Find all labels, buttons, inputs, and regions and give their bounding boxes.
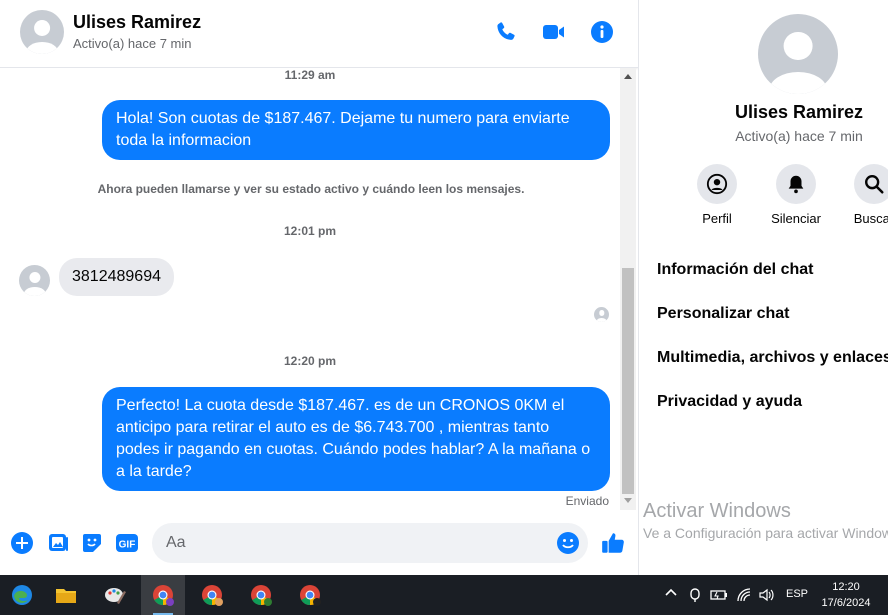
video-icon[interactable] bbox=[542, 20, 566, 44]
search-label: Buscar bbox=[853, 211, 888, 226]
message-composer: GIF bbox=[0, 518, 638, 574]
chevron-up-icon[interactable] bbox=[664, 586, 678, 603]
menu-privacy-help[interactable]: Privacidad y ayuda bbox=[657, 393, 802, 411]
paint-icon[interactable] bbox=[93, 575, 137, 615]
battery-icon[interactable] bbox=[710, 588, 728, 605]
mute-label: Silenciar bbox=[771, 211, 821, 226]
like-icon[interactable] bbox=[600, 530, 626, 556]
menu-media-files-links[interactable]: Multimedia, archivos y enlaces bbox=[657, 349, 888, 367]
scroll-thumb[interactable] bbox=[622, 268, 634, 494]
read-receipt-avatar bbox=[594, 307, 609, 322]
language-indicator[interactable]: ESP bbox=[786, 588, 808, 600]
plus-icon[interactable] bbox=[10, 531, 34, 555]
chrome-icon-profile-2[interactable] bbox=[190, 575, 234, 615]
search-button[interactable]: Buscar bbox=[834, 164, 888, 226]
message-input[interactable] bbox=[152, 523, 588, 563]
profile-button[interactable]: Perfil bbox=[677, 164, 757, 226]
contact-avatar[interactable] bbox=[20, 10, 64, 54]
meet-now-icon[interactable] bbox=[688, 587, 702, 606]
messenger-window: Ulises Ramirez Activo(a) hace 7 min 11:2… bbox=[0, 0, 888, 615]
menu-customize-chat[interactable]: Personalizar chat bbox=[657, 305, 790, 323]
menu-chat-info[interactable]: Información del chat bbox=[657, 261, 813, 279]
bell-icon bbox=[788, 175, 804, 194]
svg-text:GIF: GIF bbox=[119, 540, 136, 551]
panel-avatar[interactable] bbox=[758, 14, 838, 94]
contact-status: Activo(a) hace 7 min bbox=[73, 36, 192, 51]
activation-watermark-text: Ve a Configuración para activar Windows. bbox=[643, 525, 888, 541]
search-icon bbox=[865, 175, 884, 194]
incoming-message[interactable]: 3812489694 bbox=[59, 258, 174, 296]
timestamp: 12:01 pm bbox=[283, 224, 337, 238]
edge-icon[interactable] bbox=[0, 575, 44, 615]
panel-contact-name: Ulises Ramirez bbox=[734, 102, 864, 122]
gif-icon[interactable]: GIF bbox=[115, 531, 139, 555]
chrome-icon-profile-4[interactable] bbox=[288, 575, 332, 615]
taskbar-clock[interactable]: 12:20 17/6/2024 bbox=[815, 579, 877, 611]
timestamp: 12:20 pm bbox=[283, 354, 337, 368]
delivery-status: Enviado bbox=[565, 494, 609, 508]
conversation-scrollbar[interactable] bbox=[620, 68, 636, 510]
timestamp: 11:29 am bbox=[284, 68, 336, 82]
panel-contact-status: Activo(a) hace 7 min bbox=[735, 128, 863, 144]
wifi-icon[interactable] bbox=[736, 587, 752, 606]
clock-time: 12:20 bbox=[832, 581, 860, 593]
windows-taskbar: ESP 12:20 17/6/2024 bbox=[0, 575, 888, 615]
scroll-down-icon[interactable] bbox=[624, 498, 632, 503]
phone-icon[interactable] bbox=[494, 20, 518, 44]
sticker-icon[interactable] bbox=[80, 531, 104, 555]
emoji-icon[interactable] bbox=[556, 531, 580, 555]
profile-icon bbox=[706, 173, 728, 195]
info-icon[interactable] bbox=[590, 20, 614, 44]
chat-header: Ulises Ramirez Activo(a) hace 7 min bbox=[0, 0, 638, 68]
volume-icon[interactable] bbox=[758, 587, 776, 606]
outgoing-message[interactable]: Perfecto! La cuota desde $187.467. es de… bbox=[102, 387, 610, 491]
activation-watermark-title: Activar Windows bbox=[643, 500, 791, 522]
profile-label: Perfil bbox=[702, 211, 732, 226]
sender-avatar[interactable] bbox=[19, 265, 50, 296]
outgoing-message[interactable]: Hola! Son cuotas de $187.467. Dejame tu … bbox=[102, 100, 610, 160]
file-explorer-icon[interactable] bbox=[44, 575, 88, 615]
conversation-area: 11:29 am Hola! Son cuotas de $187.467. D… bbox=[0, 68, 620, 510]
chrome-icon-profile-1[interactable] bbox=[141, 575, 185, 615]
photo-icon[interactable] bbox=[46, 531, 70, 555]
chat-details-panel: Ulises Ramirez Activo(a) hace 7 min Perf… bbox=[638, 0, 888, 575]
clock-date: 17/6/2024 bbox=[821, 597, 871, 609]
scroll-up-icon[interactable] bbox=[624, 74, 632, 79]
chrome-icon-profile-3[interactable] bbox=[239, 575, 283, 615]
mute-button[interactable]: Silenciar bbox=[756, 164, 836, 226]
system-notice: Ahora pueden llamarse y ver su estado ac… bbox=[97, 182, 525, 196]
contact-name[interactable]: Ulises Ramirez bbox=[73, 12, 201, 33]
